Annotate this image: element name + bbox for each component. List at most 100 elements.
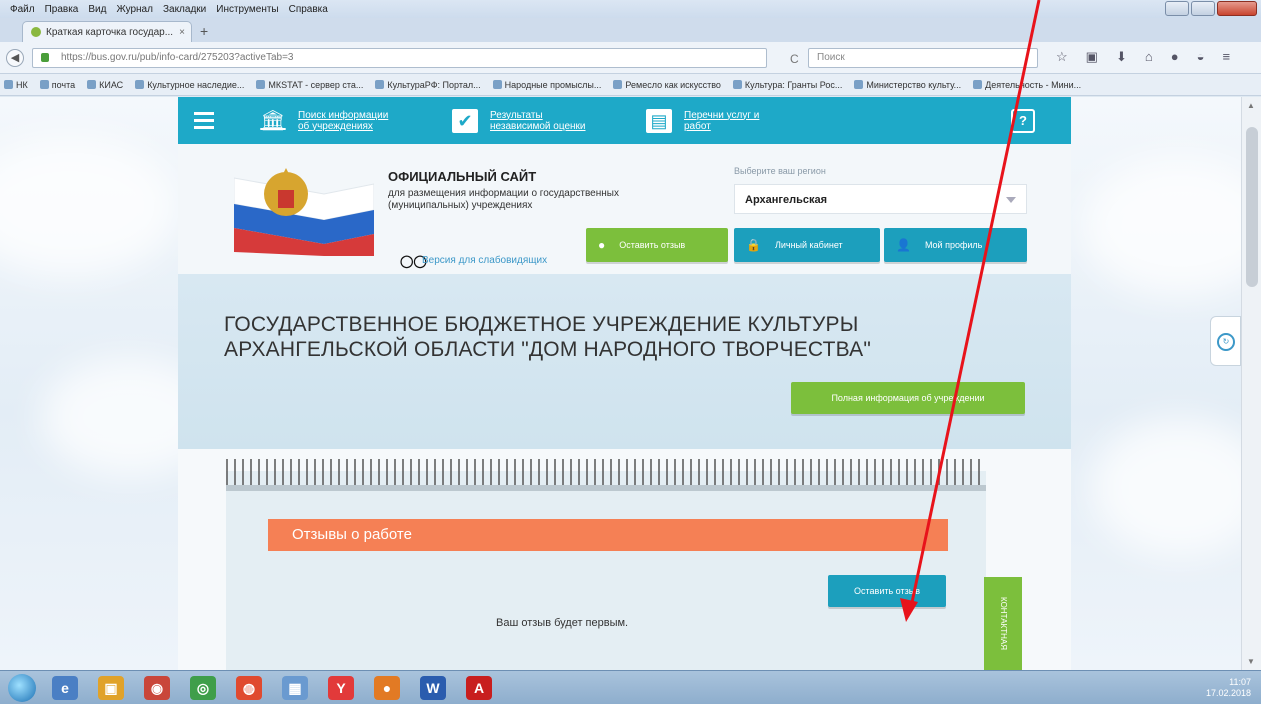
ie-icon[interactable]: e	[52, 676, 78, 700]
bookmark-label: НК	[16, 79, 28, 90]
media-icon[interactable]: ◎	[190, 676, 216, 700]
bookmark-favicon-icon	[613, 80, 623, 89]
bookmark-item[interactable]: КИАС	[87, 80, 123, 90]
menu-item[interactable]: Инструменты	[216, 4, 278, 15]
bookmark-item[interactable]: Культурное наследие...	[135, 80, 244, 90]
contact-info-tab[interactable]: КОНТАКТНАЯ ИНФОРМАЦИЯ	[984, 577, 1022, 670]
nav-item-label: Перечни услуг и работ	[684, 109, 760, 132]
menu-item[interactable]: Журнал	[116, 4, 153, 15]
app-icon[interactable]: ◉	[144, 676, 170, 700]
bookmark-label: Деятельность - Мини...	[985, 79, 1082, 90]
bookmark-label: Культурное наследие...	[147, 79, 245, 90]
maximize-button[interactable]	[1191, 1, 1215, 16]
close-window-button[interactable]	[1217, 1, 1257, 16]
explorer-icon[interactable]: ▣	[98, 676, 124, 700]
system-tray-clock[interactable]: 11:07 17.02.2018	[1206, 677, 1251, 699]
help-icon[interactable]: ?	[1011, 108, 1035, 133]
bookmark-item[interactable]: МКSTAT - сервер ста...	[256, 80, 363, 90]
user-icon: 👤	[896, 238, 911, 252]
low-vision-link[interactable]: Версия для слабовидящих	[422, 255, 547, 266]
floating-widget[interactable]: ↻	[1210, 316, 1241, 366]
chrome-icon[interactable]: ◍	[236, 676, 262, 700]
lock-icon: 🔒	[746, 238, 761, 252]
search-input[interactable]: Поиск	[808, 48, 1038, 68]
reload-icon[interactable]: C	[790, 52, 799, 66]
start-button[interactable]	[8, 674, 36, 702]
yandex-icon[interactable]: Y	[328, 676, 354, 700]
lock-icon	[41, 53, 49, 62]
bookmark-favicon-icon	[135, 80, 145, 89]
my-profile-button[interactable]: 👤 Мой профиль	[884, 228, 1027, 262]
widget-icon: ↻	[1217, 333, 1235, 351]
firefox-icon[interactable]: ●	[374, 676, 400, 700]
scroll-up-icon[interactable]: ▲	[1247, 101, 1255, 110]
bookmark-label: Министерство культу...	[866, 79, 962, 90]
nav-services-list[interactable]: ▤ Перечни услуг и работ	[646, 108, 764, 133]
scroll-down-icon[interactable]: ▼	[1247, 657, 1255, 666]
bookmark-item[interactable]: Деятельность - Мини...	[973, 80, 1081, 90]
bookmark-item[interactable]: Министерство культу...	[854, 80, 961, 90]
bookmark-label: МКSTAT - сервер ста...	[268, 79, 364, 90]
menu-item[interactable]: Закладки	[163, 4, 206, 15]
pocket-icon[interactable]: ◒	[1197, 49, 1205, 65]
briefcase-icon: ▤	[646, 108, 672, 133]
bookmark-item[interactable]: Народные промыслы...	[492, 80, 601, 90]
menu-bar: Файл Правка Вид Журнал Закладки Инструменты Сп…	[0, 0, 1261, 18]
button-label: Оставить отзыв	[619, 240, 686, 250]
org-name: ГОСУДАРСТВЕННОЕ БЮДЖЕТНОЕ УЧРЕЖДЕНИЕ КУЛ…	[224, 312, 871, 362]
bookmark-item[interactable]: КультураРФ: Портал...	[375, 80, 481, 90]
leave-review-button[interactable]: Оставить отзыв	[828, 575, 946, 607]
russian-flag-emblem-logo[interactable]	[234, 164, 374, 256]
nav-independent-assessment[interactable]: ✔ Результаты независимой оценки	[452, 108, 600, 133]
new-tab-icon[interactable]: +	[200, 23, 208, 39]
favicon-icon	[31, 27, 41, 37]
personal-cabinet-button[interactable]: 🔒 Личный кабинет	[734, 228, 880, 262]
bookmark-favicon-icon	[87, 80, 97, 89]
button-label: Личный кабинет	[774, 240, 843, 250]
bookmark-item[interactable]: Культура: Гранты Рос...	[732, 80, 842, 90]
bookmark-item[interactable]: Ремесло как искусство	[613, 80, 721, 90]
page-scrollbar[interactable]: ▲ ▼	[1241, 97, 1261, 670]
full-info-button[interactable]: Полная информация об учреждении	[791, 382, 1025, 414]
clock-time: 11:07	[1229, 677, 1251, 687]
bookmark-favicon-icon	[973, 80, 983, 89]
bookmark-favicon-icon	[39, 80, 49, 89]
close-tab-icon[interactable]: ×	[179, 27, 185, 38]
browser-tab[interactable]: Краткая карточка государ... ×	[22, 21, 192, 42]
chat-icon[interactable]: ●	[1171, 49, 1179, 65]
bookmark-favicon-icon	[492, 80, 502, 89]
download-icon[interactable]: ⬇	[1116, 49, 1127, 65]
back-button[interactable]: ◀	[6, 49, 24, 67]
star-icon[interactable]: ☆	[1056, 49, 1068, 65]
reviews-heading: Отзывы о работе	[268, 519, 948, 551]
url-bar[interactable]: https://bus.gov.ru/pub/info-card/275203?…	[32, 48, 767, 68]
site-subtitle: для размещения информации о государствен…	[388, 188, 619, 211]
nav-item-label: Результаты независимой оценки	[490, 109, 586, 132]
menu-icon[interactable]: ≡	[1222, 49, 1230, 65]
home-icon[interactable]: ⌂	[1145, 49, 1153, 65]
nav-item-label: Поиск информации об учреждениях	[298, 109, 389, 132]
word-icon[interactable]: W	[420, 676, 446, 700]
menu-item[interactable]: Справка	[289, 4, 328, 15]
org-name-line2: АРХАНГЕЛЬСКОЙ ОБЛАСТИ "ДОМ НАРОДНОГО ТВО…	[224, 338, 871, 361]
clock-date: 17.02.2018	[1205, 688, 1251, 698]
region-value: Архангельская	[745, 194, 828, 206]
building-icon: 🏛	[260, 109, 286, 132]
bookmark-item[interactable]: НК	[4, 80, 28, 90]
leave-feedback-button[interactable]: ● Оставить отзыв	[586, 228, 728, 262]
bookmark-item[interactable]: почта	[39, 80, 75, 90]
hamburger-menu-icon[interactable]	[178, 97, 230, 144]
menu-item[interactable]: Правка	[45, 4, 79, 15]
clipboard-icon[interactable]: ▣	[1086, 49, 1098, 65]
nav-search-institutions[interactable]: 🏛 Поиск информации об учреждениях	[260, 109, 398, 133]
site-header: ОФИЦИАЛЬНЫЙ САЙТ для размещения информац…	[178, 144, 1071, 274]
org-banner: ГОСУДАРСТВЕННОЕ БЮДЖЕТНОЕ УЧРЕЖДЕНИЕ КУЛ…	[178, 274, 1071, 449]
menu-item[interactable]: Файл	[10, 4, 35, 15]
scroll-thumb[interactable]	[1246, 127, 1258, 287]
pdf-icon[interactable]: A	[466, 676, 492, 700]
folder-icon[interactable]: ▦	[282, 676, 308, 700]
bookmark-favicon-icon	[732, 80, 742, 89]
menu-item[interactable]: Вид	[88, 4, 106, 15]
region-select[interactable]: Архангельская	[734, 184, 1027, 214]
minimize-button[interactable]	[1165, 1, 1189, 16]
